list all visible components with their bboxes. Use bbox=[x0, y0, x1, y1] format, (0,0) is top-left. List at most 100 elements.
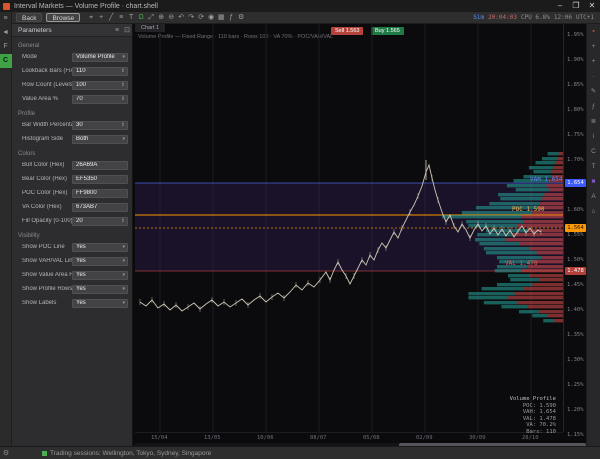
param-label: Show POC Line bbox=[22, 244, 72, 250]
pin-panel-icon[interactable]: ⊡ bbox=[122, 26, 132, 34]
window-title: Interval Markets — Volume Profile · char… bbox=[14, 3, 158, 10]
settings-icon[interactable]: ⚙ bbox=[236, 12, 246, 23]
param-select-input[interactable]: Both▾ bbox=[72, 135, 128, 144]
date-tick-label: 10/06 bbox=[257, 435, 274, 441]
param-select-input[interactable]: Volume Profile▾ bbox=[72, 53, 128, 62]
price-tick-label: 1.60% bbox=[567, 207, 584, 213]
panel-title: Parameters bbox=[18, 27, 112, 34]
layout-icon[interactable]: ▦ bbox=[216, 12, 226, 23]
section-label-visibility: Visibility bbox=[18, 233, 132, 239]
param-label: VA Color (Hex) bbox=[22, 204, 72, 210]
function-icon[interactable]: ƒ bbox=[226, 12, 236, 23]
magnet-icon[interactable]: Ω bbox=[136, 12, 146, 23]
param-row: Show Profile RowsYes▾ bbox=[12, 283, 132, 295]
param-select-input[interactable]: Yes▾ bbox=[72, 271, 128, 280]
profile-stats-block: Volume ProfilePOC: 1.590VAH: 1.654VAL: 1… bbox=[510, 396, 556, 435]
param-select-input[interactable]: Yes▾ bbox=[72, 299, 128, 308]
list-icon[interactable]: ≣ bbox=[587, 114, 600, 129]
redo-icon[interactable]: ↷ bbox=[186, 12, 196, 23]
param-stepper-input[interactable]: 100⇕ bbox=[72, 81, 128, 90]
price-tick-label: 1.25% bbox=[567, 382, 584, 388]
cursor-icon[interactable]: ⌖ bbox=[86, 12, 96, 23]
stepper-arrows-icon[interactable]: ⇕ bbox=[121, 96, 127, 102]
stepper-arrows-icon[interactable]: ⇕ bbox=[121, 218, 127, 224]
zoom-out-icon[interactable]: ⊖ bbox=[166, 12, 176, 23]
price-plot[interactable]: VAH 1.654POC 1.590VAL 1.478 bbox=[135, 24, 563, 432]
chevron-down-icon[interactable]: ▾ bbox=[122, 244, 127, 250]
param-value: Volume Profile bbox=[73, 54, 122, 60]
section-label-general: General bbox=[18, 43, 132, 49]
param-select-input[interactable]: Yes▾ bbox=[72, 257, 128, 266]
add-alert-icon[interactable]: + bbox=[587, 54, 600, 69]
fib-retracement-icon[interactable]: ≡ bbox=[116, 12, 126, 23]
stepper-arrows-icon[interactable]: ⇕ bbox=[121, 122, 127, 128]
param-label: Value Area % bbox=[22, 96, 72, 102]
status-bar: ⚙ Trading sessions: Wellington, Tokyo, S… bbox=[0, 446, 600, 459]
home-icon[interactable]: ⌂ bbox=[587, 204, 600, 219]
trendline-icon[interactable]: ╱ bbox=[106, 12, 116, 23]
info-icon[interactable]: i bbox=[587, 129, 600, 144]
price-tick-label: 1.45% bbox=[567, 282, 584, 288]
files-icon[interactable]: F bbox=[0, 40, 12, 54]
chart-settings-icon[interactable]: C bbox=[0, 54, 12, 68]
session-status-text: Trading sessions: Wellington, Tokyo, Syd… bbox=[50, 450, 211, 457]
date-tick-label: 28/10 bbox=[522, 435, 539, 441]
back-button[interactable]: Back bbox=[16, 13, 42, 22]
date-tick-label: 05/08 bbox=[363, 435, 380, 441]
zoom-in-icon[interactable]: + bbox=[587, 39, 600, 54]
param-stepper-input[interactable]: 110⇕ bbox=[72, 67, 128, 76]
color-swatch-icon[interactable]: ■ bbox=[587, 174, 600, 189]
record-icon[interactable]: ▪ bbox=[587, 24, 600, 39]
minimize-button[interactable]: – bbox=[552, 0, 568, 12]
measure-icon[interactable]: ⤢ bbox=[146, 12, 156, 23]
date-tick-label: 30/09 bbox=[469, 435, 486, 441]
chevron-down-icon[interactable]: ▾ bbox=[122, 300, 127, 306]
param-stepper-input[interactable]: 30⇕ bbox=[72, 121, 128, 130]
text-tool-icon[interactable]: T bbox=[587, 159, 600, 174]
draw-icon[interactable]: ✎ bbox=[587, 84, 600, 99]
param-text-input[interactable]: FF9800 bbox=[72, 189, 128, 198]
function-icon[interactable]: ƒ bbox=[587, 99, 600, 114]
price-tick-label: 1.15% bbox=[567, 432, 584, 438]
param-label: Bar Width Percentage bbox=[22, 122, 72, 128]
main-toolbar: Back Browse ⌖+╱≡TΩ⤢⊕⊖↶↷⟳◉▦ƒ⚙ Sim20:04:03… bbox=[12, 12, 600, 24]
refresh-icon[interactable]: ⟳ bbox=[196, 12, 206, 23]
price-tick-label: 1.40% bbox=[567, 307, 584, 313]
collapse-all-icon[interactable]: ≡ bbox=[112, 27, 122, 34]
gear-icon[interactable]: ⚙ bbox=[0, 449, 12, 457]
zoom-in-icon[interactable]: ⊕ bbox=[156, 12, 166, 23]
price-tick-label: 1.20% bbox=[567, 407, 584, 413]
param-label: Show Profile Rows bbox=[22, 286, 72, 292]
text-tool-icon[interactable]: T bbox=[126, 12, 136, 23]
dot-marker-icon[interactable]: · bbox=[587, 69, 600, 84]
param-select-input[interactable]: Yes▾ bbox=[72, 285, 128, 294]
auto-scale-icon[interactable]: A bbox=[587, 189, 600, 204]
param-text-input[interactable]: 26A69A bbox=[72, 161, 128, 170]
snapshot-icon[interactable]: ◉ bbox=[206, 12, 216, 23]
stepper-arrows-icon[interactable]: ⇕ bbox=[121, 82, 127, 88]
chevron-down-icon[interactable]: ▾ bbox=[122, 258, 127, 264]
chevron-down-icon[interactable]: ▾ bbox=[122, 286, 127, 292]
chevron-down-icon[interactable]: ▾ bbox=[122, 54, 127, 60]
param-select-input[interactable]: Yes▾ bbox=[72, 243, 128, 252]
chevron-down-icon[interactable]: ▾ bbox=[122, 136, 127, 142]
param-text-input[interactable]: 673AB7 bbox=[72, 203, 128, 212]
undo-icon[interactable]: ↶ bbox=[176, 12, 186, 23]
stepper-arrows-icon[interactable]: ⇕ bbox=[121, 68, 127, 74]
param-text-input[interactable]: EF5350 bbox=[72, 175, 128, 184]
browse-button[interactable]: Browse bbox=[46, 13, 80, 22]
param-stepper-input[interactable]: 20⇕ bbox=[72, 217, 128, 226]
collapse-panel-icon[interactable]: ◄ bbox=[0, 26, 12, 40]
crosshair-icon[interactable]: + bbox=[96, 12, 106, 23]
price-axis[interactable]: 1.95%1.90%1.85%1.80%1.75%1.70%1.65%1.60%… bbox=[563, 24, 587, 432]
price-tick-label: 1.95% bbox=[567, 32, 584, 38]
compare-icon[interactable]: C bbox=[587, 144, 600, 159]
menu-icon[interactable]: ≡ bbox=[0, 12, 12, 26]
param-stepper-input[interactable]: 70⇕ bbox=[72, 95, 128, 104]
date-tick-label: 08/07 bbox=[310, 435, 327, 441]
chevron-down-icon[interactable]: ▾ bbox=[122, 272, 127, 278]
close-button[interactable]: ✕ bbox=[584, 0, 600, 12]
maximize-button[interactable]: ❐ bbox=[568, 0, 584, 12]
param-row: Show LabelsYes▾ bbox=[12, 297, 132, 309]
parameters-panel: Parameters ≡ ⊡ GeneralModeVolume Profile… bbox=[12, 24, 133, 447]
